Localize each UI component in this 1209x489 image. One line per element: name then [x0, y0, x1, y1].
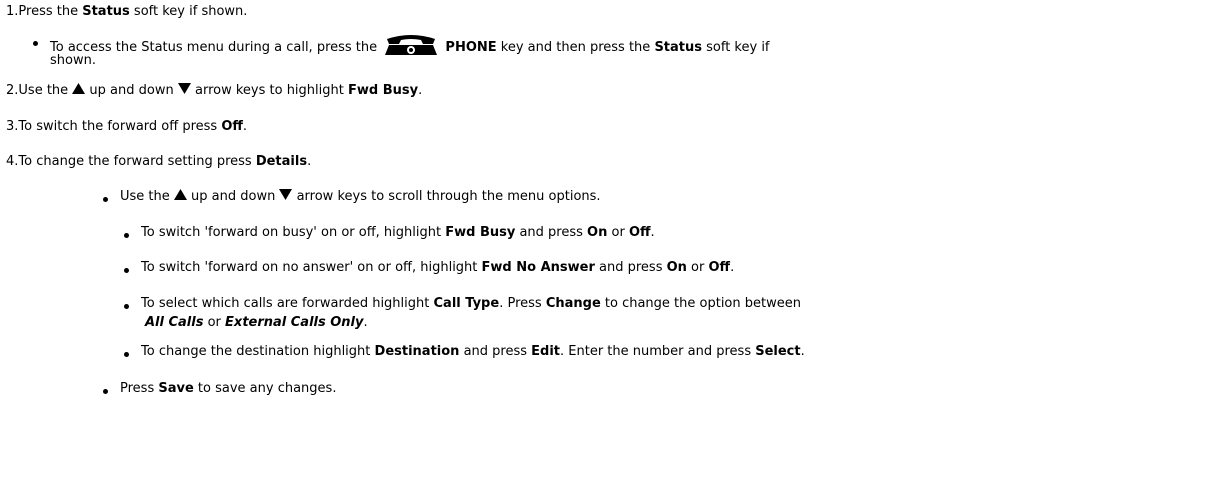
step-keyword: Fwd Busy — [347, 83, 419, 98]
nested-item-fwd-busy: To switch 'forward on busy' on or off, h… — [141, 225, 655, 241]
nested-item-fwd-no-answer: To switch 'forward on no answer' on or o… — [141, 260, 734, 276]
step-4-sub-arrows: Use the up and down arrow keys to scroll… — [120, 189, 601, 206]
item-text: . — [650, 225, 655, 240]
sub-keyword: Status — [654, 40, 702, 55]
sub-text: Press — [120, 381, 159, 396]
nested-item-call-type-cont: All Calls or External Calls Only. — [145, 315, 368, 331]
bullet — [124, 304, 129, 309]
item-text: or — [607, 225, 629, 240]
sub-text: arrow keys to scroll through the menu op… — [292, 189, 601, 204]
bullet — [103, 197, 108, 202]
item-text: . — [800, 344, 805, 359]
step-number: 3. — [6, 119, 19, 134]
sub-text: up and down — [186, 189, 280, 204]
step-3: 3.To switch the forward off press Off. — [6, 119, 247, 135]
sub-text: shown. — [50, 53, 96, 68]
item-text: to change the option between — [600, 296, 801, 311]
item-keyword: Destination — [374, 344, 460, 359]
item-text: and press — [459, 344, 532, 359]
item-keyword: Off — [628, 225, 651, 240]
up-arrow-icon — [173, 189, 187, 206]
item-text: or — [686, 260, 709, 275]
item-text: To select which calls are forwarded high… — [141, 296, 434, 311]
bullet — [124, 268, 129, 273]
step-4-sub-save: Press Save to save any changes. — [120, 381, 336, 397]
item-keyword: Call Type — [433, 296, 500, 311]
step-text: Press the — [18, 4, 83, 19]
sub-text: To access the Status menu during a call,… — [50, 40, 382, 55]
item-text: . — [363, 315, 368, 330]
instructions-page: 1.Press the Status soft key if shown. To… — [0, 0, 1209, 489]
step-2: 2.Use the up and down arrow keys to high… — [6, 83, 422, 100]
item-text: To switch 'forward on busy' on or off, h… — [141, 225, 446, 240]
sub-text: to save any changes. — [193, 381, 337, 396]
phone-key-icon — [381, 33, 441, 60]
item-text: . Press — [499, 296, 546, 311]
sub-keyword: Save — [158, 381, 194, 396]
step-text: Use the — [18, 83, 73, 98]
item-keyword: Select — [755, 344, 801, 359]
sub-keyword: PHONE — [445, 40, 497, 55]
step-text: arrow keys to highlight — [190, 83, 348, 98]
item-option: External Calls Only — [225, 315, 364, 330]
step-keyword: Status — [82, 4, 130, 19]
up-arrow-icon — [72, 83, 86, 100]
step-text: soft key if shown. — [129, 4, 248, 19]
item-keyword: Off — [708, 260, 731, 275]
item-text: or — [203, 315, 226, 330]
item-text: . — [730, 260, 735, 275]
item-keyword: Change — [545, 296, 601, 311]
step-1-sub-cont: shown. — [50, 53, 96, 69]
step-keyword: Details — [255, 154, 308, 169]
step-text: up and down — [85, 83, 178, 98]
down-arrow-icon — [279, 189, 293, 206]
step-1-sub: To access the Status menu during a call,… — [50, 33, 770, 60]
step-keyword: Off — [221, 119, 243, 134]
item-option: All Calls — [145, 315, 204, 330]
step-text: . — [242, 119, 248, 134]
step-text: . — [307, 154, 312, 169]
sub-text: Use the — [120, 189, 174, 204]
bullet — [124, 233, 129, 238]
step-text: . — [418, 83, 423, 98]
item-text: and press — [515, 225, 588, 240]
bullet — [124, 352, 129, 357]
bullet — [103, 389, 108, 394]
sub-text: soft key if — [702, 40, 770, 55]
nested-item-destination: To change the destination highlight Dest… — [141, 344, 805, 360]
step-text: To switch the forward off press — [18, 119, 222, 134]
item-keyword: On — [666, 260, 687, 275]
item-keyword: On — [587, 225, 608, 240]
step-1: 1.Press the Status soft key if shown. — [6, 4, 247, 20]
step-4: 4.To change the forward setting press De… — [6, 154, 311, 170]
bullet — [33, 41, 38, 46]
nested-item-call-type: To select which calls are forwarded high… — [141, 296, 801, 312]
step-text: To change the forward setting press — [18, 154, 256, 169]
item-text: and press — [594, 260, 667, 275]
step-number: 4. — [6, 154, 19, 169]
item-text: . Enter the number and press — [560, 344, 756, 359]
item-text: To change the destination highlight — [141, 344, 375, 359]
item-keyword: Fwd No Answer — [481, 260, 595, 275]
item-keyword: Fwd Busy — [445, 225, 516, 240]
step-number: 2. — [6, 83, 19, 98]
step-number: 1. — [6, 4, 19, 19]
down-arrow-icon — [177, 83, 191, 100]
item-text: To switch 'forward on no answer' on or o… — [141, 260, 482, 275]
sub-text: key and then press the — [496, 40, 655, 55]
item-keyword: Edit — [531, 344, 561, 359]
